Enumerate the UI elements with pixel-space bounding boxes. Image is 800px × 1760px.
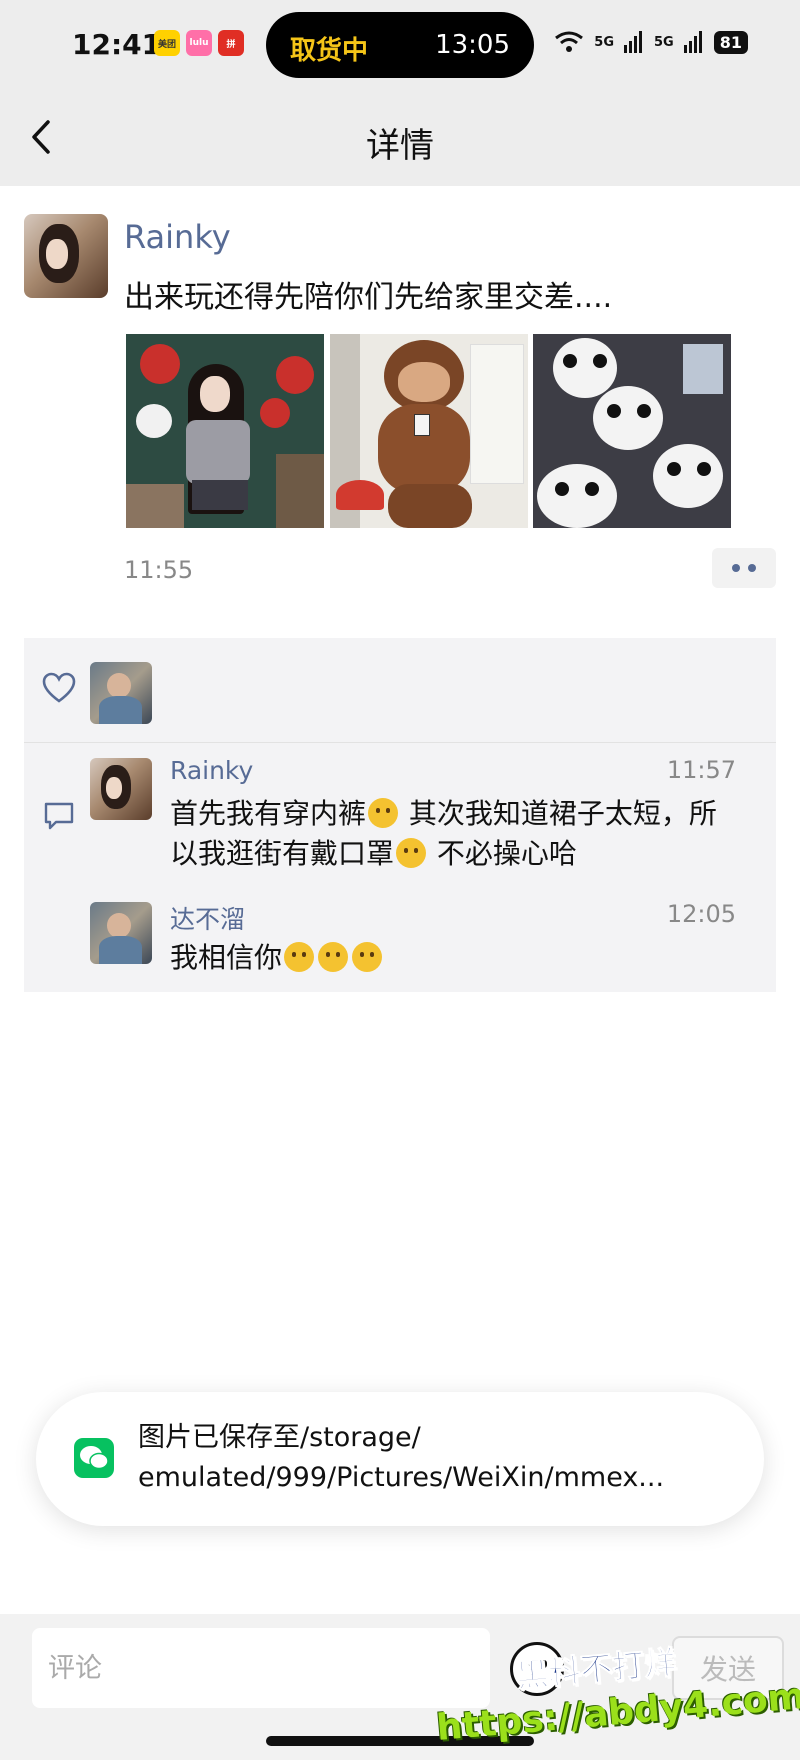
skeptical-emoji-icon <box>318 942 349 972</box>
heart-icon <box>42 672 76 703</box>
status-bar: 12:41 美团 lulu 拼 取货中 13:05 5G 5G 81 <box>0 0 800 92</box>
more-dot <box>732 564 740 572</box>
post-author-avatar[interactable] <box>24 214 108 298</box>
battery-indicator: 81 <box>713 30 748 54</box>
signal-bars-icon <box>683 31 702 53</box>
comment-text-part: 其次我知道裙子太短，所 <box>400 797 717 830</box>
status-time: 12:41 <box>72 28 162 61</box>
comment-author-name[interactable]: Rainky <box>170 756 253 785</box>
toast-line: 图片已保存至/storage/ <box>138 1422 421 1453</box>
post-timestamp: 11:55 <box>124 556 194 584</box>
post-content-text: 出来玩还得先陪你们先给家里交差.... <box>124 280 613 315</box>
likes-row <box>24 638 776 742</box>
comment-author-avatar[interactable] <box>90 902 152 964</box>
nav-header: 详情 <box>0 92 800 186</box>
more-actions-button[interactable] <box>712 548 776 588</box>
dynamic-island-pill[interactable]: 取货中 13:05 <box>266 12 534 78</box>
skeptical-emoji-icon <box>352 942 383 972</box>
signal-5g-label-1: 5G <box>594 34 615 50</box>
post-photo-3[interactable] <box>533 334 731 528</box>
signal-5g-label-2: 5G <box>654 34 674 50</box>
more-dot <box>748 564 756 572</box>
post-photo-1[interactable] <box>126 334 324 528</box>
comment-text-part: 不必操心哈 <box>428 837 577 870</box>
status-indicators: 5G 5G 81 <box>554 30 748 54</box>
smile-emoji-icon <box>368 798 399 828</box>
status-app-icons: 美团 lulu 拼 <box>154 30 244 56</box>
wechat-icon <box>74 1438 114 1478</box>
meituan-app-icon: 美团 <box>154 30 180 56</box>
comment-bubble-icon <box>44 802 74 830</box>
comment-text[interactable]: 我相信你 <box>170 938 760 978</box>
comment-text[interactable]: 首先我有穿内裤 其次我知道裙子太短，所 以我逛街有戴口罩 不必操心哈 <box>170 794 760 874</box>
comment-author-name[interactable]: 达不溜 <box>170 900 245 936</box>
post-photo-2[interactable] <box>330 334 528 528</box>
save-toast: 图片已保存至/storage/ emulated/999/Pictures/We… <box>36 1392 764 1526</box>
comment-time: 11:57 <box>666 756 736 784</box>
liker-avatar[interactable] <box>90 662 152 724</box>
comment-text-part: 以我逛街有戴口罩 <box>170 837 395 870</box>
comment-input[interactable] <box>32 1628 490 1708</box>
comment-text-part: 首先我有穿内裤 <box>170 797 367 830</box>
pickup-status-text: 取货中 <box>290 36 369 66</box>
toast-message: 图片已保存至/storage/ emulated/999/Pictures/We… <box>138 1418 664 1498</box>
shopping-app-icon: lulu <box>186 30 212 56</box>
toast-line: emulated/999/Pictures/WeiXin/mmex... <box>138 1462 665 1493</box>
pinduoduo-app-icon: 拼 <box>218 30 244 56</box>
comment-author-avatar[interactable] <box>90 758 152 820</box>
comment-time: 12:05 <box>666 900 736 928</box>
likes-comments-panel: Rainky 11:57 首先我有穿内裤 其次我知道裙子太短，所 以我逛街有戴口… <box>24 638 776 992</box>
divider <box>24 742 776 743</box>
signal-bars-icon <box>624 31 643 53</box>
comment-text-part: 我相信你 <box>170 941 283 974</box>
smile-emoji-icon <box>396 838 427 868</box>
wifi-icon <box>555 31 584 52</box>
post-author-name[interactable]: Rainky <box>124 218 231 256</box>
page-title: 详情 <box>366 126 434 166</box>
pickup-time-text: 13:05 <box>435 30 510 60</box>
skeptical-emoji-icon <box>284 942 315 972</box>
